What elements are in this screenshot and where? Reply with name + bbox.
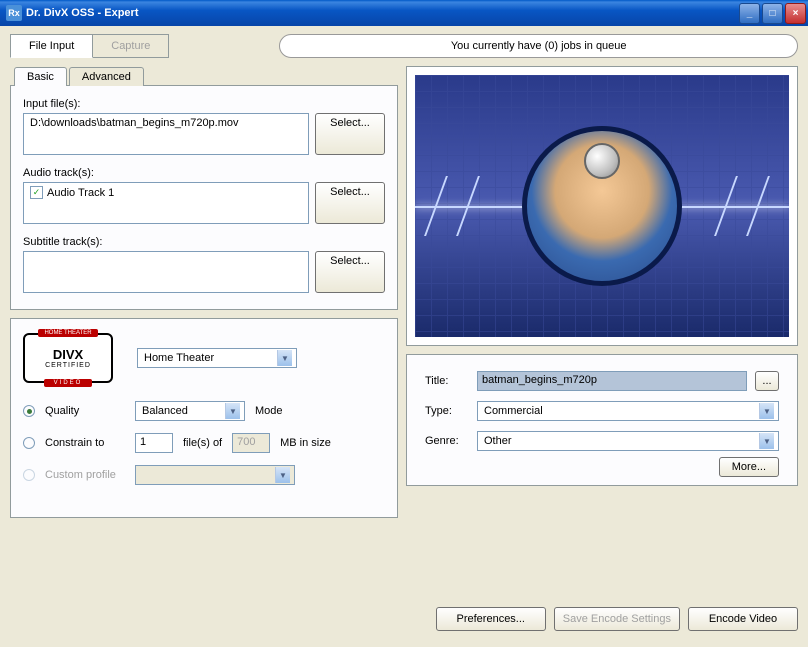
select-input-button[interactable]: Select... — [315, 113, 385, 155]
genre-label: Genre: — [425, 435, 469, 447]
files-count-input[interactable]: 1 — [135, 433, 173, 453]
preferences-button[interactable]: Preferences... — [436, 607, 546, 631]
queue-status: You currently have (0) jobs in queue — [279, 34, 798, 58]
metadata-panel: Title: batman_begins_m720p ... Type: Com… — [406, 354, 798, 486]
chevron-down-icon: ▼ — [759, 433, 774, 449]
preset-value: Home Theater — [142, 352, 277, 364]
tab-advanced[interactable]: Advanced — [69, 67, 144, 86]
custom-profile-label: Custom profile — [45, 469, 125, 481]
window-title: Dr. DivX OSS - Expert — [26, 7, 739, 19]
quality-radio[interactable] — [23, 405, 35, 417]
chevron-down-icon: ▼ — [275, 467, 290, 483]
minimize-button[interactable]: _ — [739, 3, 760, 24]
profile-panel: DIVX CERTIFIED Home Theater ▼ Quality Ba… — [10, 318, 398, 518]
divx-logo: DIVX CERTIFIED — [23, 333, 113, 383]
preview-panel — [406, 66, 798, 346]
preset-select[interactable]: Home Theater ▼ — [137, 348, 297, 368]
action-buttons: Preferences... Save Encode Settings Enco… — [406, 599, 798, 631]
select-subtitle-button[interactable]: Select... — [315, 251, 385, 293]
save-encode-button: Save Encode Settings — [554, 607, 680, 631]
constrain-label: Constrain to — [45, 437, 125, 449]
audio-tracks-list[interactable]: ✓ Audio Track 1 — [23, 182, 309, 224]
genre-value: Other — [482, 435, 759, 447]
mode-label: Mode — [255, 405, 283, 417]
title-browse-button[interactable]: ... — [755, 371, 779, 391]
title-label: Title: — [425, 375, 469, 387]
mb-size-input: 700 — [232, 433, 270, 453]
doctor-avatar-icon — [522, 126, 682, 286]
genre-select[interactable]: Other ▼ — [477, 431, 779, 451]
subtitle-tracks-list[interactable] — [23, 251, 309, 293]
input-files-list[interactable]: D:\downloads\batman_begins_m720p.mov — [23, 113, 309, 155]
type-label: Type: — [425, 405, 469, 417]
quality-label: Quality — [45, 405, 125, 417]
audio-track-checkbox[interactable]: ✓ — [30, 186, 43, 199]
more-button[interactable]: More... — [719, 457, 779, 477]
titlebar: Rx Dr. DivX OSS - Expert _ □ × — [0, 0, 808, 26]
quality-value: Balanced — [140, 405, 225, 417]
audio-track-label: Audio Track 1 — [47, 187, 114, 199]
top-tabs: File Input Capture — [10, 34, 169, 58]
tab-capture: Capture — [93, 34, 169, 58]
preview-image — [415, 75, 789, 337]
custom-profile-radio — [23, 469, 35, 481]
custom-profile-select: ▼ — [135, 465, 295, 485]
subtitle-tracks-label: Subtitle track(s): — [23, 236, 385, 248]
mb-label: MB in size — [280, 437, 331, 449]
constrain-radio[interactable] — [23, 437, 35, 449]
files-of-label: file(s) of — [183, 437, 222, 449]
input-files-label: Input file(s): — [23, 98, 385, 110]
chevron-down-icon: ▼ — [759, 403, 774, 419]
input-file-item[interactable]: D:\downloads\batman_begins_m720p.mov — [28, 116, 304, 130]
chevron-down-icon: ▼ — [277, 350, 292, 366]
select-audio-button[interactable]: Select... — [315, 182, 385, 224]
tab-file-input[interactable]: File Input — [10, 34, 93, 58]
input-panel: Input file(s): D:\downloads\batman_begin… — [10, 85, 398, 310]
title-input[interactable]: batman_begins_m720p — [477, 371, 747, 391]
encode-video-button[interactable]: Encode Video — [688, 607, 798, 631]
type-select[interactable]: Commercial ▼ — [477, 401, 779, 421]
maximize-button[interactable]: □ — [762, 3, 783, 24]
close-button[interactable]: × — [785, 3, 806, 24]
app-icon: Rx — [6, 5, 22, 21]
divx-logo-text: DIVX — [53, 347, 83, 362]
audio-tracks-label: Audio track(s): — [23, 167, 385, 179]
chevron-down-icon: ▼ — [225, 403, 240, 419]
tab-basic[interactable]: Basic — [14, 67, 67, 86]
divx-logo-sub: CERTIFIED — [45, 362, 91, 369]
quality-select[interactable]: Balanced ▼ — [135, 401, 245, 421]
type-value: Commercial — [482, 405, 759, 417]
audio-track-item[interactable]: ✓ Audio Track 1 — [28, 185, 304, 200]
